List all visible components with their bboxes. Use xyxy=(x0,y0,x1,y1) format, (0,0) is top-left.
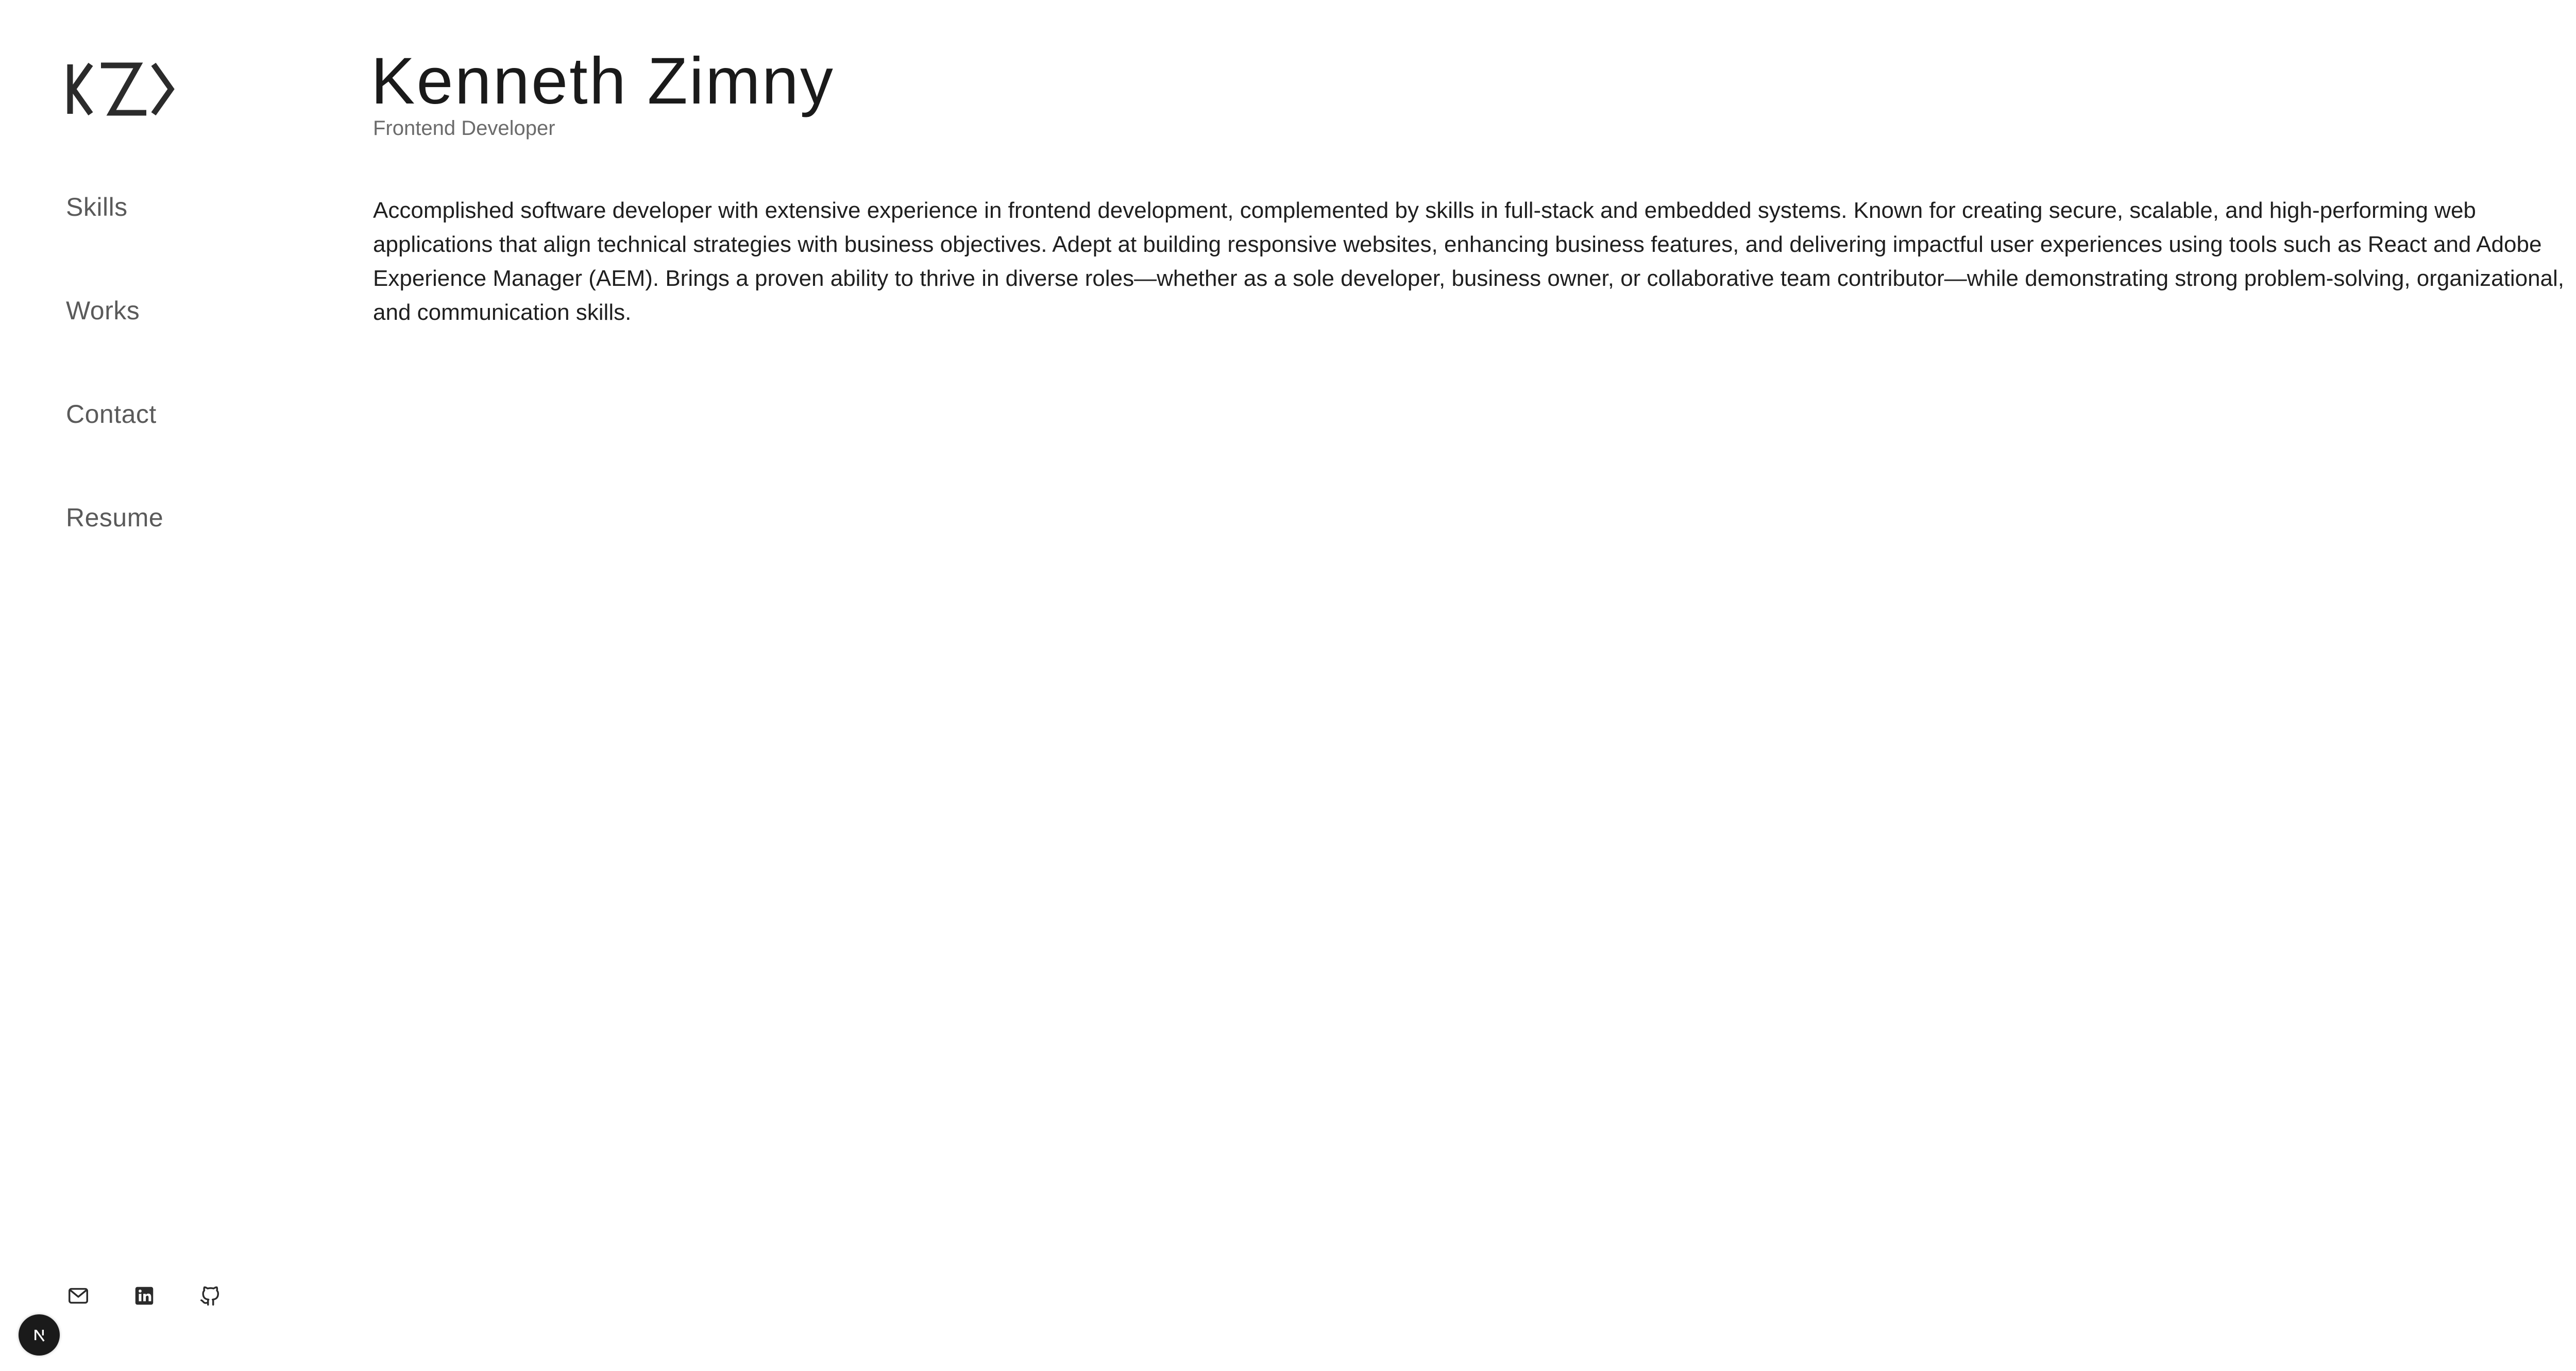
github-link[interactable] xyxy=(197,1282,224,1309)
nextjs-badge[interactable] xyxy=(19,1314,60,1356)
nextjs-icon xyxy=(35,1329,45,1342)
sidebar-nav: Skills Works Contact Resume xyxy=(66,192,282,606)
page-title: Kenneth Zimny xyxy=(371,44,835,118)
mail-icon xyxy=(69,1288,88,1304)
sidebar-item-resume[interactable]: Resume xyxy=(66,502,282,533)
main-content: Kenneth Zimny Frontend Developer Accompl… xyxy=(371,45,2576,352)
kz-monogram-logo-icon xyxy=(67,62,175,116)
sidebar-item-skills[interactable]: Skills xyxy=(66,192,282,222)
email-link[interactable] xyxy=(65,1282,92,1309)
social-links xyxy=(65,1282,263,1309)
job-title: Frontend Developer xyxy=(373,117,555,140)
bio-paragraph: Accomplished software developer with ext… xyxy=(373,198,2565,325)
kz-logo[interactable] xyxy=(66,62,176,116)
linkedin-link[interactable] xyxy=(131,1282,158,1309)
sidebar-item-works[interactable]: Works xyxy=(66,295,282,326)
linkedin-icon xyxy=(135,1287,154,1305)
sidebar-item-contact[interactable]: Contact xyxy=(66,399,282,430)
github-icon xyxy=(200,1286,219,1306)
